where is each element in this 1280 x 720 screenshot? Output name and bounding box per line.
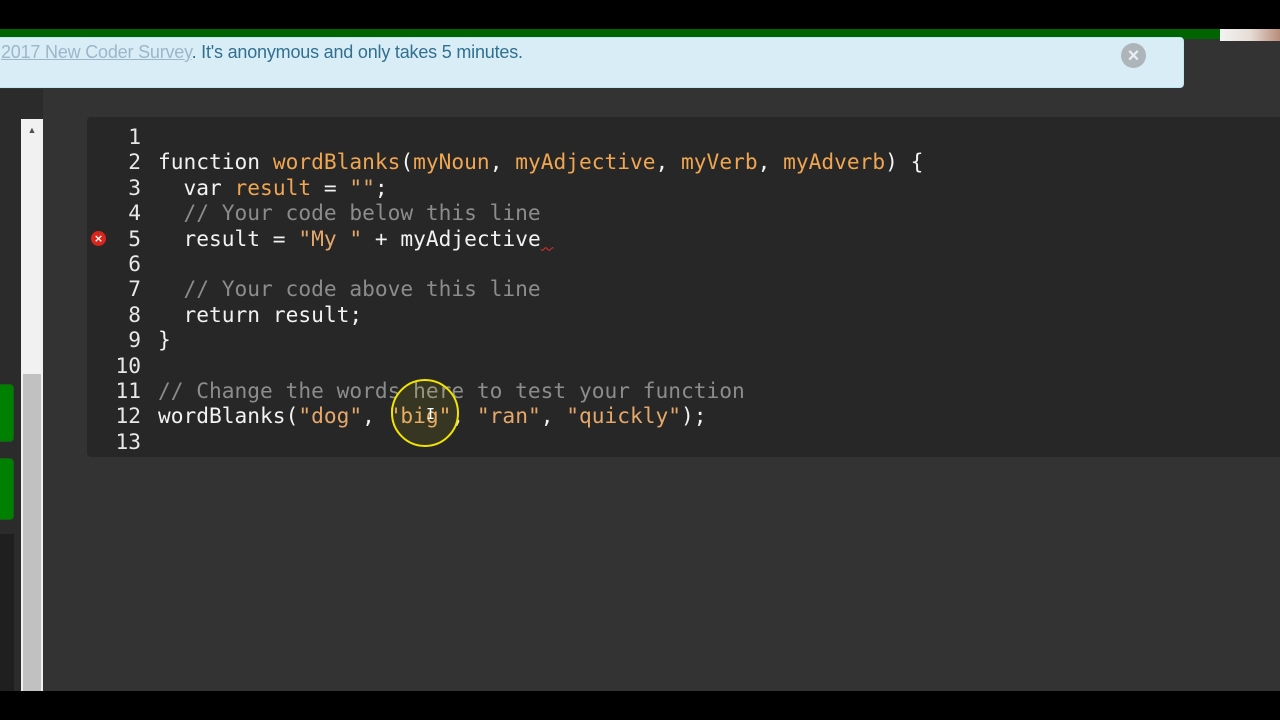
code-token: , xyxy=(362,403,388,429)
line-number: 13 xyxy=(115,428,141,454)
code-token: } xyxy=(158,327,171,353)
code-token: , xyxy=(489,149,516,175)
line-content: // Your code below this line xyxy=(158,200,541,225)
line-number: 1 xyxy=(128,124,141,149)
code-token: wordBlanks xyxy=(158,403,286,429)
code-token: ; xyxy=(374,174,388,200)
code-token: function xyxy=(158,149,273,175)
code-token: myAdjective xyxy=(515,149,656,175)
code-token: var xyxy=(158,174,235,200)
code-token: "" xyxy=(349,174,375,200)
code-token: "dog" xyxy=(298,403,363,429)
line-content: } xyxy=(158,327,171,352)
code-token: = xyxy=(311,174,350,200)
line-number: 9 xyxy=(128,327,141,353)
reset-code-button[interactable] xyxy=(0,458,14,520)
error-x-icon[interactable]: × xyxy=(91,230,106,246)
survey-link[interactable]: 2017 New Coder Survey xyxy=(1,42,192,62)
code-token: ); xyxy=(681,403,707,429)
code-editor[interactable]: 1 2 function wordBlanks(myNoun, myAdjectiv… xyxy=(87,117,1280,457)
left-panel-edge xyxy=(0,534,14,691)
banner-text: . It's anonymous and only takes 5 minute… xyxy=(191,42,523,62)
code-token: , xyxy=(655,149,682,175)
line-content: function wordBlanks(myNoun, myAdjective,… xyxy=(158,149,923,174)
code-token: myVerb xyxy=(681,149,758,175)
line-number: 4 xyxy=(128,200,141,226)
code-token: ( xyxy=(285,403,299,429)
run-tests-button[interactable] xyxy=(0,384,14,442)
text-cursor-icon: I xyxy=(426,406,435,423)
survey-banner: 2017 New Coder Survey. It's anonymous an… xyxy=(0,37,1184,88)
code-token: ; xyxy=(349,301,363,327)
line-number: 10 xyxy=(115,352,141,378)
code-token: "ran" xyxy=(476,403,541,429)
line-number: 2 xyxy=(128,149,141,175)
line-number: 12 xyxy=(115,403,141,429)
line-number: 3 xyxy=(128,174,141,200)
line-number: 6 xyxy=(128,250,141,276)
line-content: // Your code above this line xyxy=(158,276,541,301)
close-icon[interactable]: × xyxy=(1121,43,1146,68)
app-screen: 2017 New Coder Survey. It's anonymous an… xyxy=(0,29,1280,691)
code-token: wordBlanks xyxy=(272,149,401,175)
mouse-cursor-highlight xyxy=(391,379,459,447)
scroll-thumb[interactable] xyxy=(23,374,41,691)
code-token: "quickly" xyxy=(566,403,682,429)
code-token: myNoun xyxy=(413,149,490,175)
line-content: result = "My " + myAdjective xyxy=(158,226,553,251)
code-token: , xyxy=(540,403,567,429)
scroll-up-arrow-icon[interactable]: ▲ xyxy=(21,119,43,141)
code-token: myAdjective xyxy=(400,225,541,251)
code-token: // Your code above this line xyxy=(158,276,541,302)
line-content: var result = ""; xyxy=(158,175,388,200)
code-token: , xyxy=(757,149,784,175)
code-token: ) { xyxy=(885,149,924,175)
line-number: 11 xyxy=(115,377,141,403)
code-token: // Your code below this line xyxy=(158,200,541,226)
line-content: return result; xyxy=(158,301,363,327)
code-token: result xyxy=(272,301,350,327)
code-token: return xyxy=(158,301,273,327)
instructions-scrollbar[interactable]: ▲ xyxy=(21,119,43,691)
code-token: myAdverb xyxy=(783,149,886,175)
code-token: + xyxy=(362,225,401,251)
line-number: 8 xyxy=(128,301,141,327)
code-token: ( xyxy=(400,149,414,175)
banner-message: 2017 New Coder Survey. It's anonymous an… xyxy=(1,42,523,63)
line-number: 7 xyxy=(128,276,141,302)
webcam-thumbnail xyxy=(1220,29,1280,41)
code-token: "My " xyxy=(298,225,363,251)
code-token: result = xyxy=(158,225,299,251)
code-token: result xyxy=(234,174,312,200)
